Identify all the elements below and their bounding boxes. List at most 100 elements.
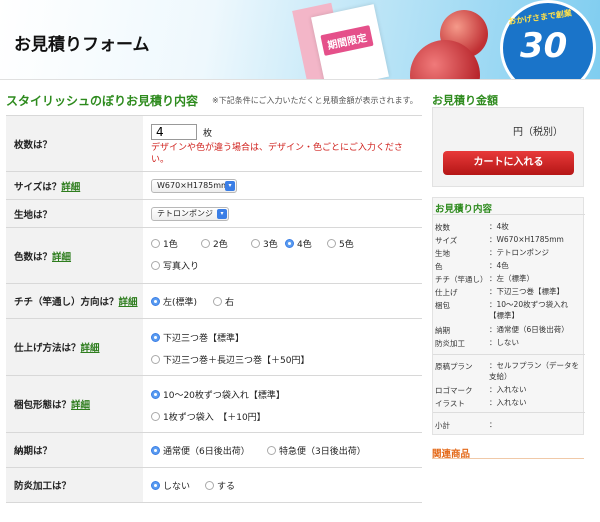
fabric-row: 生地は？ テトロンポンジ ▾ bbox=[6, 200, 422, 228]
packing-detail-link[interactable]: 詳細 bbox=[71, 397, 90, 411]
add-to-cart-button[interactable]: カートに入れる bbox=[443, 151, 574, 175]
summary-value: ：セルフプラン（データを支給） bbox=[489, 361, 579, 381]
fireproof-row: 防炎加工は？ しない する bbox=[6, 468, 422, 503]
delivery-label: 納期は？ bbox=[6, 433, 143, 467]
delivery-row: 納期は？ 通常便（6日後出荷） 特急便（3日後出荷） bbox=[6, 433, 422, 468]
radio-selected-icon bbox=[151, 297, 160, 306]
packing-label: 梱包形態は？ 詳細 bbox=[6, 376, 143, 432]
summary-value: ： bbox=[489, 420, 497, 429]
fireproof-option-yes[interactable]: する bbox=[205, 479, 235, 492]
fabric-label: 生地は？ bbox=[6, 200, 143, 227]
divider bbox=[432, 458, 584, 459]
radio-icon bbox=[267, 446, 276, 455]
chichi-option-right[interactable]: 右 bbox=[213, 295, 234, 308]
anniversary-number: 30 bbox=[520, 26, 568, 66]
color-option-3[interactable]: 3色 bbox=[251, 237, 278, 250]
size-selected-value: W670×H1785mm bbox=[157, 181, 229, 190]
price-section-title: お見積り金額 bbox=[432, 94, 498, 107]
radio-selected-icon bbox=[285, 239, 294, 248]
radio-icon bbox=[213, 297, 222, 306]
size-detail-link[interactable]: 詳細 bbox=[61, 179, 80, 193]
packing-row: 梱包形態は？ 詳細 10〜20枚ずつ袋入れ【標準】 1枚ずつ袋入 【＋10円】 bbox=[6, 376, 422, 433]
finish-option-long-edge[interactable]: 下辺三つ巻＋長辺三つ巻【＋50円】 bbox=[151, 353, 309, 366]
chevron-down-icon: ▾ bbox=[217, 209, 227, 219]
summary-key: 原稿プラン bbox=[435, 362, 473, 371]
header-banner: お見積りフォーム 期間限定 おかげさまで創業 30 bbox=[0, 0, 600, 80]
radio-icon bbox=[201, 239, 210, 248]
packing-option-single[interactable]: 1枚ずつ袋入 【＋10円】 bbox=[151, 410, 266, 423]
summary-value: ：下辺三つ巻【標準】 bbox=[489, 287, 564, 296]
quantity-unit: 枚 bbox=[203, 129, 213, 139]
finish-option-standard[interactable]: 下辺三つ巻【標準】 bbox=[151, 331, 244, 344]
color-option-photo[interactable]: 写真入り bbox=[151, 259, 199, 272]
price-box: 円（税別） カートに入れる bbox=[432, 107, 584, 187]
quantity-input[interactable] bbox=[151, 124, 197, 140]
size-select[interactable]: W670×H1785mm ▾ bbox=[151, 179, 237, 193]
colors-detail-link[interactable]: 詳細 bbox=[52, 249, 71, 263]
radio-selected-icon bbox=[151, 390, 160, 399]
summary-key: チチ（竿通し） bbox=[435, 275, 488, 284]
summary-value: ：テトロンポンジ bbox=[489, 248, 549, 257]
summary-key: イラスト bbox=[435, 399, 465, 408]
quantity-warning: デザインや色が違う場合は、デザイン・色ごとにご入力ください。 bbox=[151, 143, 403, 165]
packing-option-bulk[interactable]: 10〜20枚ずつ袋入れ【標準】 bbox=[151, 388, 285, 401]
divider bbox=[433, 354, 585, 355]
size-label: サイズは？ 詳細 bbox=[6, 172, 143, 199]
summary-value: ：4色 bbox=[489, 261, 509, 270]
size-row: サイズは？ 詳細 W670×H1785mm ▾ bbox=[6, 172, 422, 200]
delivery-option-normal[interactable]: 通常便（6日後出荷） bbox=[151, 444, 250, 457]
finish-row: 仕上げ方法は？ 詳細 下辺三つ巻【標準】 下辺三つ巻＋長辺三つ巻【＋50円】 bbox=[6, 319, 422, 376]
color-option-2[interactable]: 2色 bbox=[201, 237, 228, 250]
chichi-detail-link[interactable]: 詳細 bbox=[119, 294, 138, 308]
color-option-4[interactable]: 4色 bbox=[285, 237, 312, 250]
radio-icon bbox=[151, 412, 160, 421]
summary-key: 枚数 bbox=[435, 223, 450, 232]
radio-icon bbox=[251, 239, 260, 248]
form-note: ※下記条件にご入力いただくと見積金額が表示されます。 bbox=[212, 96, 418, 105]
summary-key: サイズ bbox=[435, 236, 458, 245]
summary-value: ：W670×H1785mm bbox=[489, 235, 564, 244]
fabric-select[interactable]: テトロンポンジ ▾ bbox=[151, 207, 229, 221]
summary-value: ：左（標準） bbox=[489, 274, 534, 283]
radio-selected-icon bbox=[151, 333, 160, 342]
radio-icon bbox=[327, 239, 336, 248]
estimate-summary-title: お見積り内容 bbox=[435, 204, 493, 215]
summary-key: 仕上げ bbox=[435, 288, 458, 297]
summary-key: 生地 bbox=[435, 249, 450, 258]
radio-icon bbox=[151, 239, 160, 248]
fabric-selected-value: テトロンポンジ bbox=[157, 209, 213, 218]
estimate-summary: お見積り内容 枚数 ：4枚 サイズ ：W670×H1785mm 生地 ：テトロン… bbox=[432, 197, 585, 435]
chichi-option-left[interactable]: 左(標準) bbox=[151, 295, 197, 308]
radio-selected-icon bbox=[151, 446, 160, 455]
summary-key: ロゴマーク bbox=[435, 386, 473, 395]
divider bbox=[433, 412, 585, 413]
summary-key: 納期 bbox=[435, 326, 450, 335]
summary-key: 色 bbox=[435, 262, 443, 271]
chichi-row: チチ（竿通し）方向は？ 詳細 左(標準) 右 bbox=[6, 284, 422, 319]
summary-key: 防炎加工 bbox=[435, 339, 465, 348]
radio-icon bbox=[151, 355, 160, 364]
summary-value: ：入れない bbox=[489, 398, 527, 407]
divider bbox=[433, 214, 585, 215]
summary-value: ：しない bbox=[489, 338, 519, 347]
quantity-row: 枚数は？ 枚 デザインや色が違う場合は、デザイン・色ごとにご入力ください。 bbox=[6, 116, 422, 172]
quantity-label: 枚数は？ bbox=[6, 116, 143, 171]
fireproof-option-no[interactable]: しない bbox=[151, 479, 190, 492]
summary-key: 小計 bbox=[435, 421, 450, 430]
finish-detail-link[interactable]: 詳細 bbox=[81, 340, 100, 354]
colors-label: 色数は？ 詳細 bbox=[6, 228, 143, 283]
summary-value: ：10〜20枚ずつ袋入れ【標準】 bbox=[489, 300, 569, 320]
color-option-5[interactable]: 5色 bbox=[327, 237, 354, 250]
summary-value: ：入れない bbox=[489, 385, 527, 394]
finish-label: 仕上げ方法は？ 詳細 bbox=[6, 319, 143, 375]
color-option-1[interactable]: 1色 bbox=[151, 237, 178, 250]
radio-icon bbox=[205, 481, 214, 490]
summary-value: ：通常便（6日後出荷） bbox=[489, 325, 569, 334]
chichi-label: チチ（竿通し）方向は？ 詳細 bbox=[6, 284, 143, 318]
delivery-option-express[interactable]: 特急便（3日後出荷） bbox=[267, 444, 366, 457]
price-value: 円（税別） bbox=[513, 127, 563, 138]
radio-icon bbox=[151, 261, 160, 270]
chevron-down-icon: ▾ bbox=[225, 181, 235, 191]
summary-value: ：4枚 bbox=[489, 222, 509, 231]
colors-row: 色数は？ 詳細 1色 2色 3色 4色 5色 写真入り bbox=[6, 228, 422, 284]
